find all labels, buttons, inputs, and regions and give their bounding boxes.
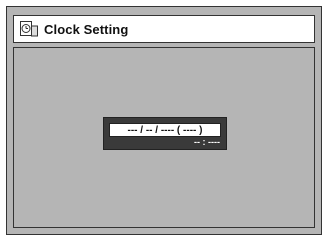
title-bar: Clock Setting <box>13 15 315 43</box>
clock-entry-box: --- / -- / ---- ( ---- ) -- : ---- <box>103 117 227 150</box>
date-field[interactable]: --- / -- / ---- ( ---- ) <box>109 123 221 137</box>
clock-setting-screen: Clock Setting --- / -- / ---- ( ---- ) -… <box>6 6 322 235</box>
clock-setting-icon <box>20 21 38 37</box>
page-title: Clock Setting <box>44 21 129 37</box>
time-field[interactable]: -- : ---- <box>194 137 220 147</box>
clock-setting-panel: --- / -- / ---- ( ---- ) -- : ---- <box>13 47 315 228</box>
